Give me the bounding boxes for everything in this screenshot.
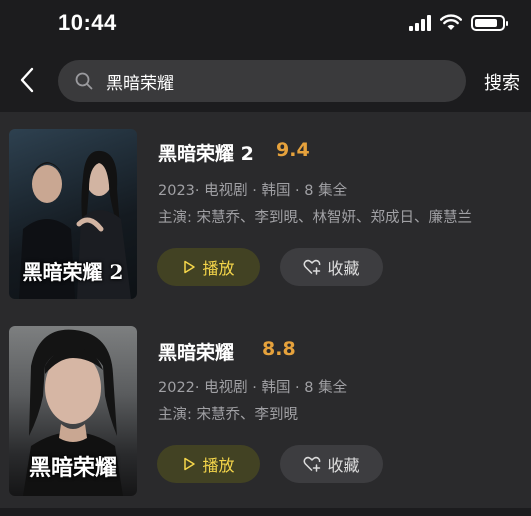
favorite-label: 收藏 <box>327 259 360 278</box>
play-icon <box>184 260 196 274</box>
poster-image[interactable]: 黑暗荣耀 2 <box>9 129 137 299</box>
result-meta: 2022· 电视剧 · 韩国 · 8 集全 <box>158 380 348 396</box>
heart-plus-icon <box>303 456 321 472</box>
cellular-signal-icon <box>409 14 431 31</box>
wifi-icon <box>440 14 462 30</box>
play-icon <box>184 457 196 471</box>
poster-title: 黑暗荣耀 <box>28 455 117 481</box>
play-label: 播放 <box>202 456 235 475</box>
result-score: 9.4 <box>276 139 310 161</box>
results-list: 黑暗荣耀 2 黑暗荣耀 2 9.4 2023· 电视剧 · 韩国 · 8 集全 … <box>0 112 531 508</box>
search-input[interactable] <box>104 70 448 92</box>
status-time: 10:44 <box>58 10 117 35</box>
play-button[interactable]: 播放 <box>157 248 260 286</box>
favorite-button[interactable]: 收藏 <box>280 445 383 483</box>
favorite-label: 收藏 <box>327 456 360 475</box>
status-icons <box>409 14 508 31</box>
play-label: 播放 <box>202 259 235 278</box>
search-button[interactable]: 搜索 <box>484 69 520 95</box>
search-header: 搜索 <box>0 50 531 112</box>
search-icon <box>74 71 94 91</box>
result-item[interactable]: 黑暗荣耀 黑暗荣耀 8.8 2022· 电视剧 · 韩国 · 8 集全 主演: … <box>0 326 531 516</box>
back-button[interactable] <box>12 62 42 98</box>
battery-level <box>475 18 498 27</box>
result-title[interactable]: 黑暗荣耀 <box>158 338 234 365</box>
heart-plus-icon <box>303 259 321 275</box>
status-bar: 10:44 <box>0 0 531 50</box>
result-item[interactable]: 黑暗荣耀 2 黑暗荣耀 2 9.4 2023· 电视剧 · 韩国 · 8 集全 … <box>0 129 531 319</box>
result-meta: 2023· 电视剧 · 韩国 · 8 集全 <box>158 183 348 199</box>
favorite-button[interactable]: 收藏 <box>280 248 383 286</box>
result-title[interactable]: 黑暗荣耀 2 <box>158 139 254 166</box>
battery-icon <box>471 14 508 31</box>
result-cast: 主演: 宋慧乔、李到晛 <box>158 407 298 423</box>
result-score: 8.8 <box>262 338 296 360</box>
result-cast: 主演: 宋慧乔、李到晛、林智妍、郑成日、廉慧兰 <box>158 210 472 226</box>
chevron-left-icon <box>20 67 34 93</box>
poster-image[interactable]: 黑暗荣耀 <box>9 326 137 496</box>
play-button[interactable]: 播放 <box>157 445 260 483</box>
poster-title: 黑暗荣耀 2 <box>22 260 124 284</box>
search-box[interactable] <box>58 60 466 102</box>
